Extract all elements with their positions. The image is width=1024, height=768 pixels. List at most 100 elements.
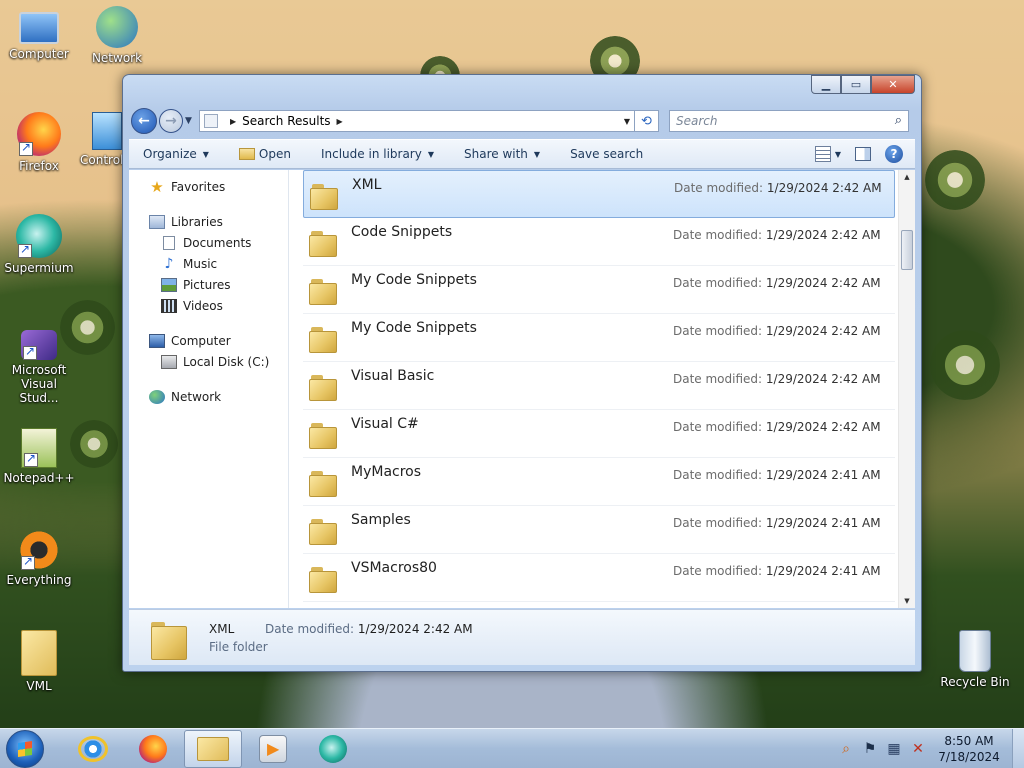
nav-item-local-disk[interactable]: Local Disk (C:) (129, 351, 288, 372)
file-row[interactable]: XML Date modified: 1/29/2024 2:42 AM (303, 170, 895, 218)
desktop-icon-firefox[interactable]: Firefox (0, 112, 78, 173)
window-controls: ▁ ▭ ✕ (811, 75, 915, 94)
organize-button[interactable]: Organize ▼ (143, 147, 209, 161)
desktop-icon-computer[interactable]: Computer (0, 6, 78, 61)
shortcut-arrow-icon (21, 554, 35, 570)
chevron-down-icon: ▼ (533, 149, 541, 159)
taskbar-supermium[interactable] (304, 730, 362, 768)
file-date-modified: Date modified: 1/29/2024 2:42 AM (673, 324, 881, 338)
taskbar-media-player[interactable] (244, 730, 302, 768)
details-date-modified: Date modified: 1/29/2024 2:42 AM (265, 622, 473, 636)
taskbar-internet-explorer[interactable] (64, 730, 122, 768)
desktop-icon-notepad-plus-plus[interactable]: Notepad++ (0, 428, 78, 485)
taskbar-firefox[interactable] (124, 730, 182, 768)
desktop-icon-everything[interactable]: Everything (0, 530, 78, 587)
supermium-icon (319, 734, 347, 763)
desktop-icon-recycle-bin[interactable]: Recycle Bin (936, 630, 1014, 689)
pictures-icon (161, 277, 177, 292)
show-desktop-button[interactable] (1012, 729, 1024, 768)
folder-icon (21, 630, 57, 676)
file-date-modified: Date modified: 1/29/2024 2:41 AM (673, 516, 881, 530)
breadcrumb-search-results[interactable]: Search Results (242, 114, 330, 128)
breadcrumb-chevron-icon[interactable]: ▶ (230, 117, 236, 126)
nav-item-pictures[interactable]: Pictures (129, 274, 288, 295)
computer-icon (19, 12, 59, 44)
desktop-icon-supermium[interactable]: Supermium (0, 214, 78, 275)
file-row[interactable]: Visual Basic Date modified: 1/29/2024 2:… (303, 362, 895, 410)
file-date-modified: Date modified: 1/29/2024 2:42 AM (674, 181, 882, 195)
navigation-pane: ★ Favorites Libraries Documents ♪ Music … (129, 170, 289, 608)
file-date-modified: Date modified: 1/29/2024 2:41 AM (673, 564, 881, 578)
details-pane: XML File folder Date modified: 1/29/2024… (129, 609, 915, 665)
search-placeholder: Search (676, 114, 718, 128)
maximize-button[interactable]: ▭ (841, 75, 871, 94)
recent-pages-dropdown[interactable]: ▼ (185, 116, 195, 126)
volume-muted-icon[interactable]: ✕ (910, 741, 926, 757)
wallpaper-flower (930, 330, 1000, 400)
network-icon (149, 389, 165, 404)
start-button[interactable] (6, 729, 44, 768)
scrollbar-thumb[interactable] (901, 230, 913, 270)
preview-pane-icon[interactable] (855, 147, 871, 161)
supermium-icon (16, 214, 62, 258)
save-search-button[interactable]: Save search (570, 147, 643, 161)
nav-item-videos[interactable]: Videos (129, 295, 288, 316)
search-icon[interactable]: ⌕ (895, 113, 902, 128)
notepad-plus-plus-icon (21, 428, 57, 468)
file-row[interactable]: Visual C# Date modified: 1/29/2024 2:42 … (303, 410, 895, 458)
control-panel-icon (92, 112, 122, 150)
search-input[interactable]: Search ⌕ (669, 110, 909, 132)
minimize-button[interactable]: ▁ (811, 75, 841, 94)
change-view-icon[interactable] (814, 146, 831, 162)
desktop-icon-control-panel[interactable]: Control (76, 112, 126, 167)
file-date-modified: Date modified: 1/29/2024 2:42 AM (673, 228, 881, 242)
scroll-up-icon[interactable]: ▲ (899, 170, 915, 184)
breadcrumb-chevron-icon[interactable]: ▶ (337, 117, 343, 126)
shortcut-arrow-icon (24, 451, 38, 467)
include-in-library-button[interactable]: Include in library ▼ (321, 147, 434, 161)
network-status-icon[interactable]: ▦ (886, 741, 902, 757)
share-with-button[interactable]: Share with ▼ (464, 147, 540, 161)
vertical-scrollbar[interactable]: ▲ ▼ (898, 170, 915, 608)
nav-item-network[interactable]: Network (129, 386, 288, 407)
network-icon (96, 6, 138, 48)
nav-item-music[interactable]: ♪ Music (129, 253, 288, 274)
folder-icon (309, 228, 337, 257)
action-center-flag-icon[interactable]: ⚑ (862, 741, 878, 757)
clock[interactable]: 8:50 AM 7/18/2024 (934, 733, 1004, 765)
taskbar-windows-explorer[interactable] (184, 729, 242, 768)
open-folder-icon (238, 148, 255, 160)
desktop-icon-network[interactable]: Network (78, 6, 156, 65)
file-name: VSMacros80 (351, 560, 437, 576)
videos-icon (161, 298, 177, 313)
close-button[interactable]: ✕ (871, 75, 915, 94)
file-row[interactable]: MyMacros Date modified: 1/29/2024 2:41 A… (303, 458, 895, 506)
chevron-down-icon: ▼ (202, 149, 209, 159)
explorer-window[interactable]: ▁ ▭ ✕ ← → ▼ ▶ Search Results ▶ ▼ ⟲ Searc… (122, 74, 922, 672)
nav-item-libraries[interactable]: Libraries (129, 211, 288, 232)
view-dropdown-icon[interactable]: ▼ (835, 150, 841, 159)
search-icon[interactable]: ⌕ (838, 741, 854, 757)
desktop-icon-vml-folder[interactable]: VML (0, 630, 78, 693)
back-button[interactable]: ← (131, 108, 157, 134)
file-row[interactable]: My Code Snippets Date modified: 1/29/202… (303, 266, 895, 314)
nav-item-documents[interactable]: Documents (129, 232, 288, 253)
nav-item-computer[interactable]: Computer (129, 330, 288, 351)
forward-button[interactable]: → (159, 109, 183, 133)
nav-item-favorites[interactable]: ★ Favorites (129, 176, 288, 197)
file-row[interactable]: My Code Snippets Date modified: 1/29/202… (303, 314, 895, 362)
recycle-bin-icon (959, 630, 991, 672)
open-button[interactable]: Open (238, 147, 291, 161)
file-row[interactable]: VSMacros80 Date modified: 1/29/2024 2:41… (303, 554, 895, 602)
refresh-button[interactable]: ⟲ (635, 110, 659, 132)
address-bar[interactable]: ▶ Search Results ▶ ▼ (199, 110, 635, 132)
file-row[interactable]: Code Snippets Date modified: 1/29/2024 2… (303, 218, 895, 266)
file-row[interactable]: Samples Date modified: 1/29/2024 2:41 AM (303, 506, 895, 554)
navigation-bar: ← → ▼ ▶ Search Results ▶ ▼ ⟲ Search ⌕ (131, 107, 913, 135)
address-dropdown-icon[interactable]: ▼ (624, 117, 630, 126)
shortcut-arrow-icon (23, 344, 37, 360)
desktop-icon-visual-studio[interactable]: Microsoft Visual Stud... (0, 330, 78, 405)
help-icon[interactable]: ? (885, 145, 903, 163)
scroll-down-icon[interactable]: ▼ (899, 594, 915, 608)
libraries-icon (149, 214, 165, 229)
